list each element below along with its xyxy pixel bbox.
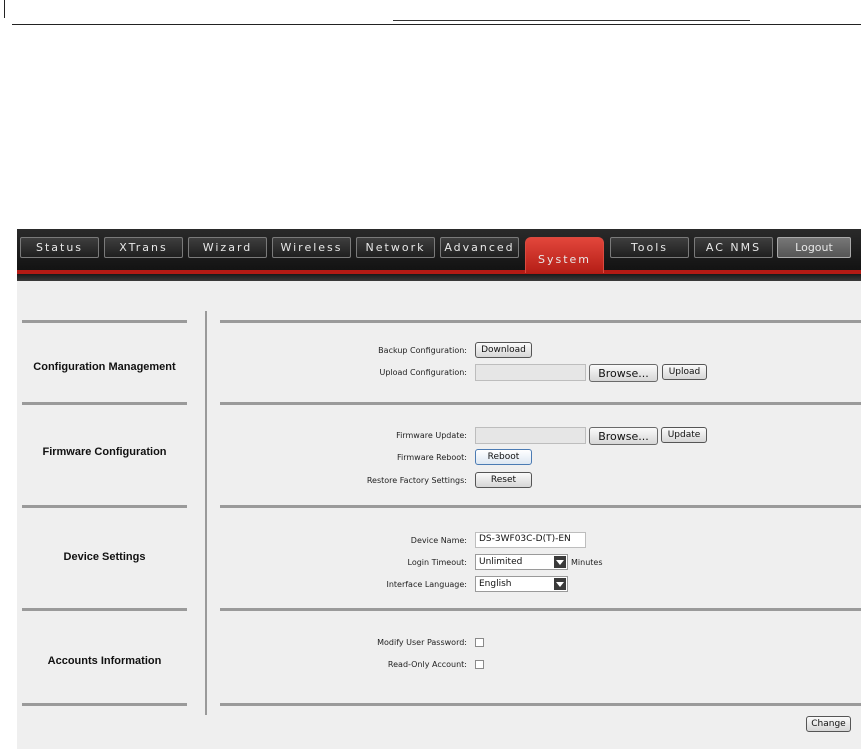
tab-xtrans[interactable]: XTrans bbox=[104, 237, 183, 258]
change-button[interactable]: Change bbox=[806, 716, 851, 732]
tab-tools[interactable]: Tools bbox=[610, 237, 689, 258]
interface-language-label: Interface Language: bbox=[386, 580, 467, 589]
section-rule-right bbox=[220, 320, 861, 323]
update-button[interactable]: Update bbox=[661, 427, 707, 443]
section-rule-left bbox=[22, 320, 187, 323]
upload-config-label: Upload Configuration: bbox=[379, 368, 467, 377]
section-rule-left bbox=[22, 703, 187, 706]
section-rule-right bbox=[220, 703, 861, 706]
interface-language-select[interactable]: English bbox=[475, 576, 568, 592]
tab-network[interactable]: Network bbox=[356, 237, 435, 258]
restore-factory-label: Restore Factory Settings: bbox=[366, 476, 467, 485]
logout-button[interactable]: Logout bbox=[777, 237, 851, 258]
interface-language-value: English bbox=[479, 579, 512, 589]
section-rule-left bbox=[22, 402, 187, 405]
backup-config-label: Backup Configuration: bbox=[378, 346, 467, 355]
firmware-reboot-label: Firmware Reboot: bbox=[396, 453, 467, 462]
top-rule bbox=[12, 24, 861, 25]
column-divider bbox=[205, 311, 207, 715]
section-rule-right bbox=[220, 505, 861, 508]
tab-system[interactable]: System bbox=[525, 237, 604, 273]
section-rule-left bbox=[22, 505, 187, 508]
top-underline bbox=[393, 20, 750, 21]
device-name-label: Device Name: bbox=[410, 536, 467, 545]
firmware-file-field[interactable] bbox=[475, 427, 586, 444]
firmware-update-label: Firmware Update: bbox=[396, 431, 467, 440]
upload-config-file-field[interactable] bbox=[475, 364, 586, 381]
download-button[interactable]: Download bbox=[475, 342, 532, 358]
modify-password-checkbox[interactable] bbox=[475, 638, 484, 647]
section-title-device: Device Settings bbox=[63, 551, 146, 563]
readonly-account-checkbox[interactable] bbox=[475, 660, 484, 669]
section-rule-left bbox=[22, 608, 187, 611]
readonly-account-label: Read-Only Account: bbox=[387, 660, 467, 669]
modify-password-label: Modify User Password: bbox=[377, 638, 467, 647]
chevron-down-icon[interactable] bbox=[554, 556, 566, 568]
section-title-firmware: Firmware Configuration bbox=[42, 446, 167, 458]
login-timeout-value: Unlimited bbox=[479, 557, 523, 567]
section-title-configuration: Configuration Management bbox=[33, 361, 176, 373]
top-left-divider bbox=[4, 0, 5, 18]
tab-ac-nms[interactable]: AC NMS bbox=[694, 237, 773, 258]
login-timeout-label: Login Timeout: bbox=[407, 558, 468, 567]
chevron-down-icon[interactable] bbox=[554, 578, 566, 590]
firmware-browse-button[interactable]: Browse... bbox=[589, 427, 658, 445]
reset-button[interactable]: Reset bbox=[475, 472, 532, 488]
timeout-unit-label: Minutes bbox=[571, 558, 603, 567]
device-name-input[interactable]: DS-3WF03C-D(T)-EN bbox=[475, 532, 586, 548]
tab-advanced[interactable]: Advanced bbox=[440, 237, 519, 258]
section-rule-right bbox=[220, 402, 861, 405]
tab-wireless[interactable]: Wireless bbox=[272, 237, 351, 258]
upload-button[interactable]: Upload bbox=[662, 364, 707, 380]
tab-status[interactable]: Status bbox=[20, 237, 99, 258]
login-timeout-select[interactable]: Unlimited bbox=[475, 554, 568, 570]
section-rule-right bbox=[220, 608, 861, 611]
reboot-button[interactable]: Reboot bbox=[475, 449, 532, 465]
upload-config-browse-button[interactable]: Browse... bbox=[589, 364, 658, 382]
nav-shadow bbox=[17, 274, 861, 281]
tab-wizard[interactable]: Wizard bbox=[188, 237, 267, 258]
section-title-accounts: Accounts Information bbox=[47, 655, 162, 667]
